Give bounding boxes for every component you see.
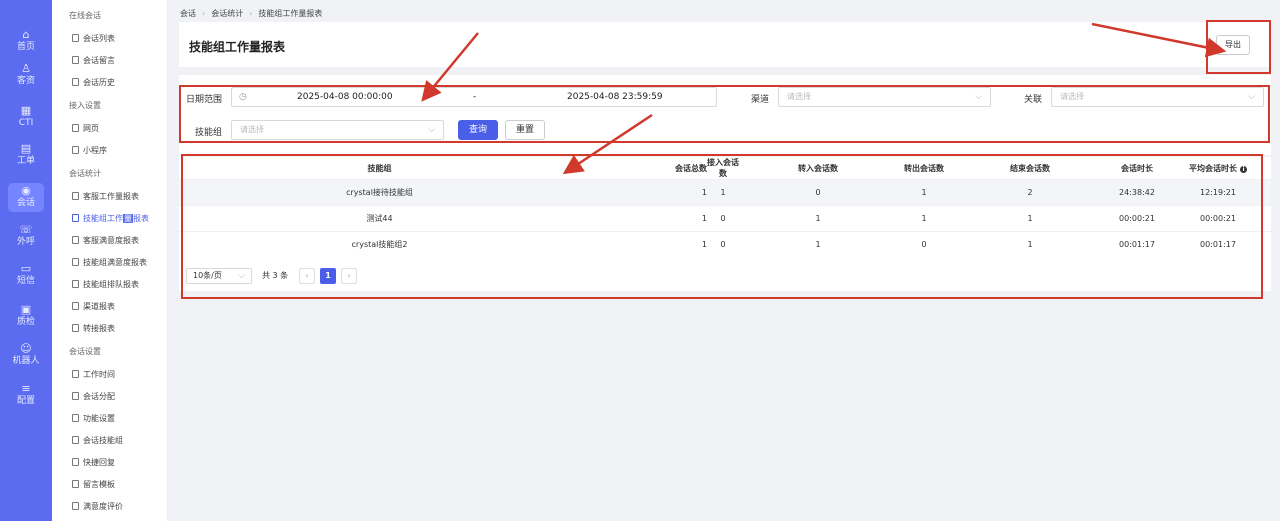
annotation-arrow [1091,22,1227,58]
annotation-arrow [562,113,653,175]
annotation-arrow [421,32,479,102]
annotation-arrows [421,22,1227,175]
